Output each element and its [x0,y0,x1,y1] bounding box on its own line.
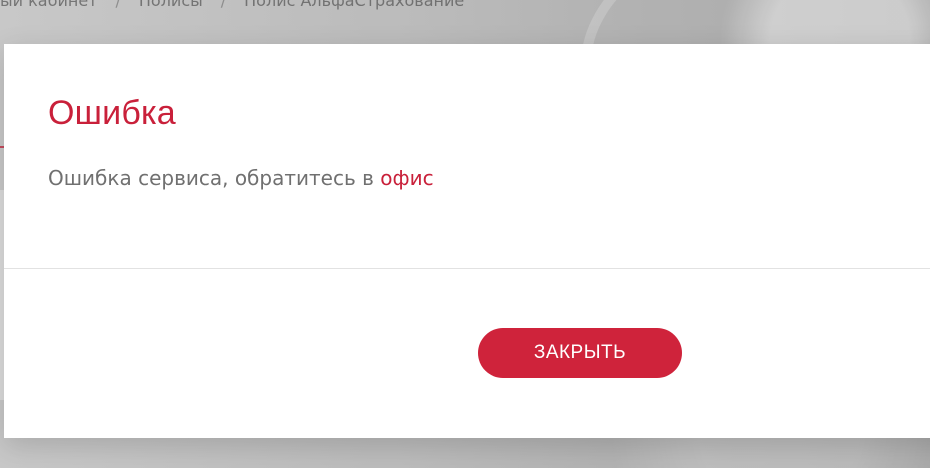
modal-divider [4,268,930,269]
modal-message: Ошибка сервиса, обратитесь в офис [48,166,434,190]
modal-title: Ошибка [48,94,176,132]
page: ый кабинет / Полисы / Полис АльфаСтрахов… [0,0,930,468]
modal-message-text: Ошибка сервиса, обратитесь в [48,166,374,190]
error-modal: Ошибка Ошибка сервиса, обратитесь в офис… [4,44,930,438]
office-link[interactable]: офис [380,166,433,190]
close-button[interactable]: ЗАКРЫТЬ [478,328,682,378]
